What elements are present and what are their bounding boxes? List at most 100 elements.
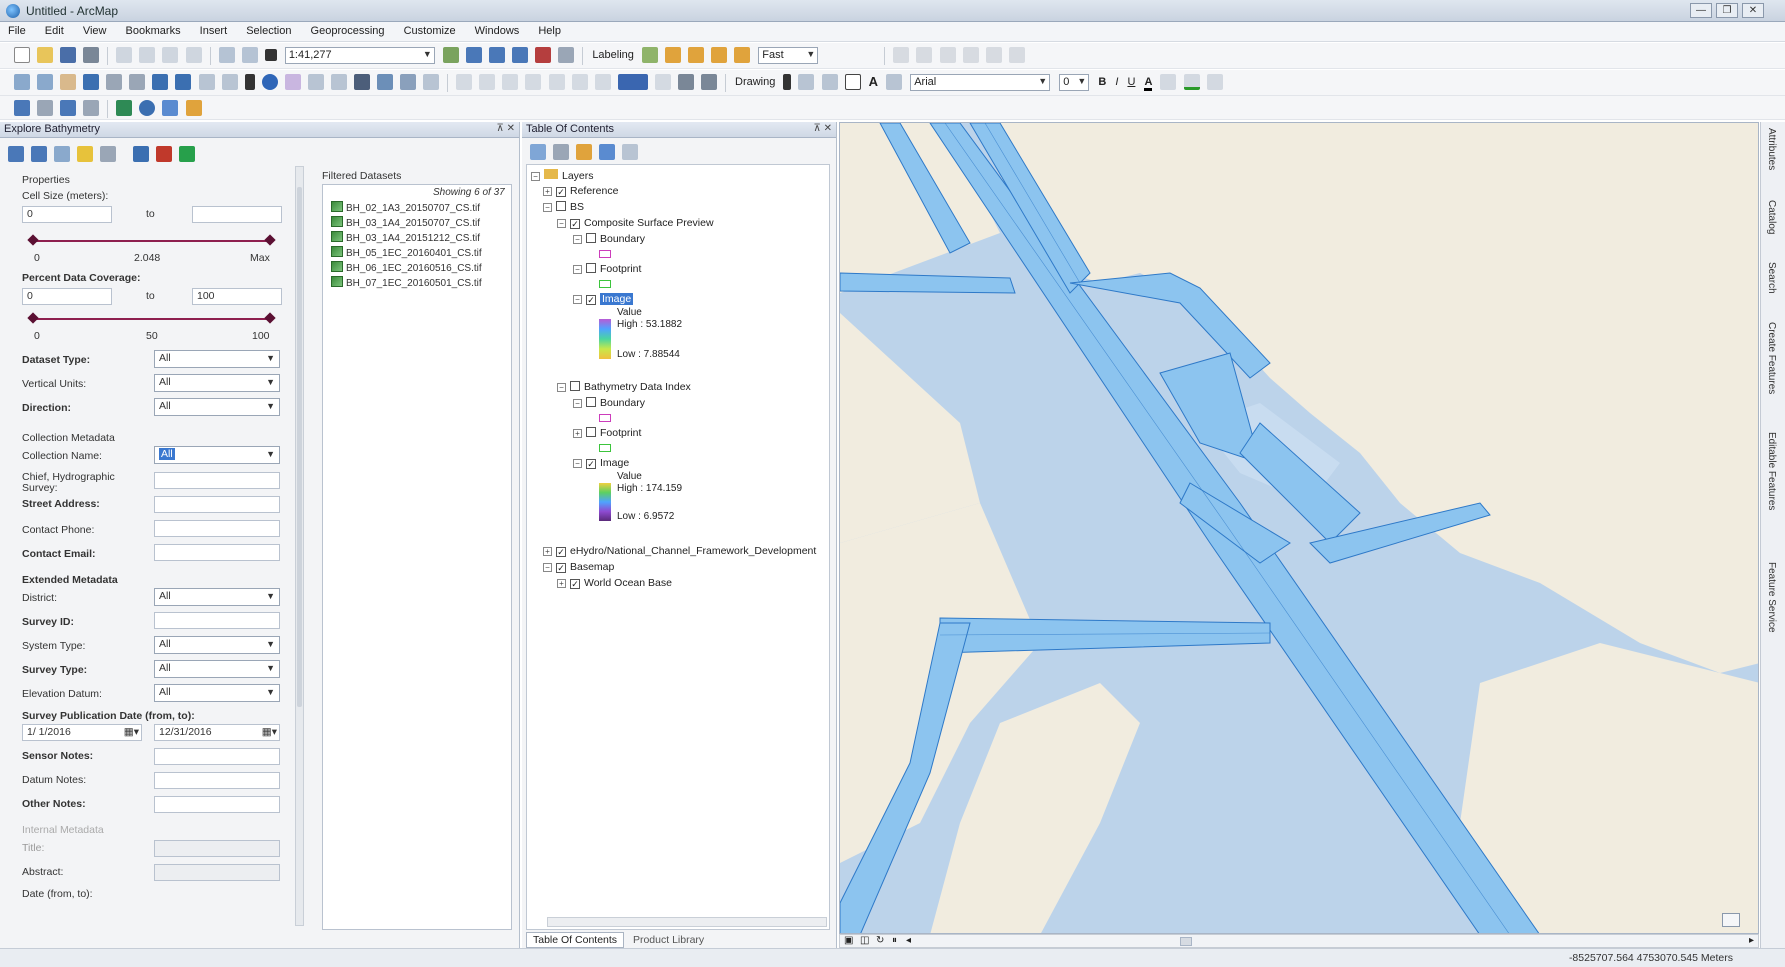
district-select[interactable]: All ▼ — [154, 588, 280, 606]
rail-feature-service[interactable]: Feature Service — [1766, 562, 1777, 633]
print-icon[interactable] — [83, 47, 100, 63]
layer-world-ocean[interactable]: + ✓ World Ocean Base — [557, 577, 672, 589]
list-by-selection-icon[interactable] — [599, 144, 616, 160]
hyperlink-icon[interactable] — [284, 74, 301, 90]
time-slider-icon[interactable] — [423, 74, 440, 90]
cell-size-slider[interactable] — [32, 240, 272, 242]
catalog-icon[interactable] — [489, 47, 505, 63]
fill-color-icon[interactable] — [1160, 74, 1177, 90]
snapping-icon[interactable] — [893, 47, 910, 63]
other-notes-input[interactable] — [154, 796, 280, 813]
add-data-icon[interactable] — [264, 49, 277, 61]
layer-reference[interactable]: + ✓ Reference — [543, 185, 618, 197]
georef-icon-6[interactable] — [571, 74, 588, 90]
select-features-icon[interactable] — [198, 74, 215, 90]
ext-tool-icon-1[interactable] — [14, 100, 30, 116]
calendar-icon[interactable]: ▦▾ — [124, 726, 139, 738]
zoom-in-icon[interactable] — [14, 74, 30, 90]
title-input[interactable] — [154, 840, 280, 857]
label-manager-icon[interactable] — [641, 47, 658, 63]
dataset-type-select[interactable]: All ▼ — [154, 350, 280, 368]
pause-icon[interactable]: ⏸ — [892, 935, 897, 946]
lock-labels-icon[interactable] — [711, 47, 728, 63]
filtered-datasets-list[interactable]: Showing 6 of 37 BH_02_1A3_20150707_CS.ti… — [322, 184, 512, 930]
toc-pin-close-icon[interactable]: ⊼ ✕ — [814, 123, 832, 134]
layout-icon-3[interactable] — [700, 74, 717, 90]
rail-catalog[interactable]: Catalog — [1766, 200, 1777, 234]
select-elements-icon[interactable] — [244, 74, 255, 90]
rotate-icon[interactable] — [962, 47, 979, 63]
rail-editable-features[interactable]: Editable Features — [1766, 432, 1777, 510]
labeling-menu[interactable]: Labeling — [592, 49, 634, 61]
georef-icon-5[interactable] — [548, 74, 565, 90]
paste-icon[interactable] — [162, 47, 179, 63]
rail-attributes[interactable]: Attributes — [1766, 128, 1777, 170]
layer-boundary[interactable]: − Boundary — [573, 233, 645, 245]
layer-footprint[interactable]: − Footprint — [573, 263, 641, 275]
marker-color-icon[interactable] — [1206, 74, 1223, 90]
go-to-xy-icon[interactable] — [400, 74, 417, 90]
align-icon[interactable] — [916, 47, 933, 63]
toc-horizontal-scrollbar[interactable] — [547, 917, 827, 927]
coverage-from-input[interactable]: 0 — [22, 288, 112, 305]
ext-tool-icon-6[interactable] — [139, 100, 156, 116]
forward-icon[interactable] — [175, 74, 192, 90]
copy-icon[interactable] — [139, 47, 156, 63]
dataset-item[interactable]: BH_03_1A4_20150707_CS.tif — [331, 216, 480, 229]
cell-size-to-input[interactable] — [192, 206, 282, 223]
map-corner-icon[interactable] — [1722, 913, 1740, 927]
line-color-icon[interactable] — [1183, 74, 1200, 90]
layer-bathymetry-index[interactable]: − Bathymetry Data Index — [557, 381, 691, 393]
toc-options-icon[interactable] — [622, 144, 639, 160]
ext-tool-icon-3[interactable] — [60, 100, 77, 116]
explore-refresh-icon[interactable] — [179, 146, 196, 162]
street-input[interactable] — [154, 496, 280, 513]
cut-icon[interactable] — [116, 47, 133, 63]
coverage-slider[interactable] — [32, 318, 272, 320]
layer-composite[interactable]: − ✓ Composite Surface Preview — [557, 217, 714, 229]
fixed-zoom-in-icon[interactable] — [106, 74, 123, 90]
coverage-to-input[interactable]: 100 — [192, 288, 282, 305]
color-swatch-icon[interactable] — [617, 74, 648, 90]
pin-close-icon[interactable]: ⊼ ✕ — [497, 123, 515, 134]
ext-tool-icon-2[interactable] — [37, 100, 54, 116]
scroll-left-icon[interactable]: ◂ — [906, 935, 911, 946]
find-icon[interactable] — [353, 74, 370, 90]
dataset-item[interactable]: BH_03_1A4_20151212_CS.tif — [331, 231, 480, 244]
pause-labeling-icon[interactable] — [734, 47, 751, 63]
menu-selection[interactable]: Selection — [238, 22, 299, 37]
bold-button[interactable]: B — [1098, 76, 1106, 88]
full-extent-icon[interactable] — [83, 74, 100, 90]
clear-selection-icon[interactable] — [221, 74, 238, 90]
new-document-icon[interactable] — [14, 47, 30, 63]
cell-size-max-thumb[interactable] — [264, 234, 276, 246]
distribute-icon[interactable] — [939, 47, 956, 63]
explore-clear-icon[interactable] — [156, 146, 173, 162]
contact-phone-input[interactable] — [154, 520, 280, 537]
italic-button[interactable]: I — [1115, 76, 1118, 88]
zoom-whole-page-icon[interactable] — [821, 74, 838, 90]
toc-icon[interactable] — [465, 47, 482, 63]
close-button[interactable]: ✕ — [1742, 3, 1764, 18]
editor-icon[interactable] — [442, 47, 459, 63]
dataset-item[interactable]: BH_06_1EC_20160516_CS.tif — [331, 261, 482, 274]
delete-icon[interactable] — [185, 47, 202, 63]
menu-bookmarks[interactable]: Bookmarks — [118, 22, 189, 37]
tab-table-of-contents[interactable]: Table Of Contents — [526, 932, 625, 948]
dataset-item[interactable]: BH_02_1A3_20150707_CS.tif — [331, 201, 480, 214]
explore-zoom-icon[interactable] — [54, 146, 71, 162]
menu-file[interactable]: File — [0, 22, 34, 37]
system-type-select[interactable]: All ▼ — [154, 636, 280, 654]
labeling-quality-select[interactable]: Fast ▼ — [758, 47, 819, 64]
calendar-icon-2[interactable]: ▦▾ — [262, 726, 277, 738]
horizontal-scroll-thumb[interactable] — [1180, 937, 1192, 946]
arctoolbox-icon[interactable] — [535, 47, 552, 63]
dataset-item[interactable]: BH_05_1EC_20160401_CS.tif — [331, 246, 482, 259]
fixed-zoom-out-icon[interactable] — [129, 74, 146, 90]
refresh-icon[interactable]: ↻ — [876, 935, 884, 946]
menu-customize[interactable]: Customize — [396, 22, 464, 37]
list-by-source-icon[interactable] — [553, 144, 570, 160]
map-canvas[interactable] — [840, 123, 1759, 934]
zoom-out-icon[interactable] — [37, 74, 54, 90]
underline-button[interactable]: U — [1127, 76, 1135, 88]
